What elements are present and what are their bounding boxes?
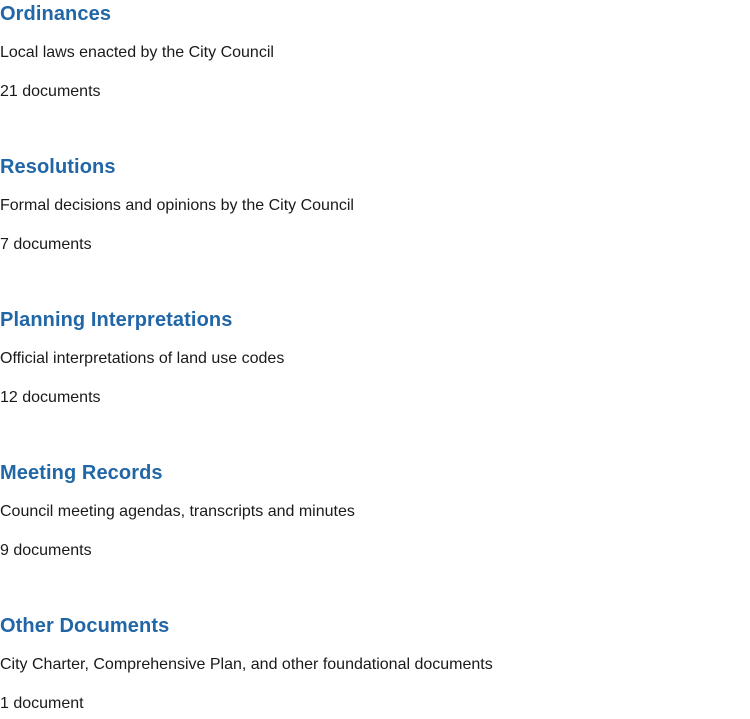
category-title-link[interactable]: Planning Interpretations — [0, 306, 232, 334]
category-title-link[interactable]: Other Documents — [0, 612, 169, 640]
category-description: Formal decisions and opinions by the Cit… — [0, 197, 354, 214]
category-description: City Charter, Comprehensive Plan, and ot… — [0, 656, 493, 673]
category-document-count: 1 document — [0, 695, 84, 712]
category-description: Official interpretations of land use cod… — [0, 350, 285, 367]
category-title-link[interactable]: Resolutions — [0, 153, 116, 181]
category-description: Local laws enacted by the City Council — [0, 44, 274, 61]
category-document-count: 12 documents — [0, 389, 101, 406]
category-description: Council meeting agendas, transcripts and… — [0, 503, 355, 520]
category-document-count: 21 documents — [0, 83, 101, 100]
category-document-count: 7 documents — [0, 236, 92, 253]
category-title-link[interactable]: Ordinances — [0, 0, 111, 28]
category-document-count: 9 documents — [0, 542, 92, 559]
category-title-link[interactable]: Meeting Records — [0, 459, 163, 487]
